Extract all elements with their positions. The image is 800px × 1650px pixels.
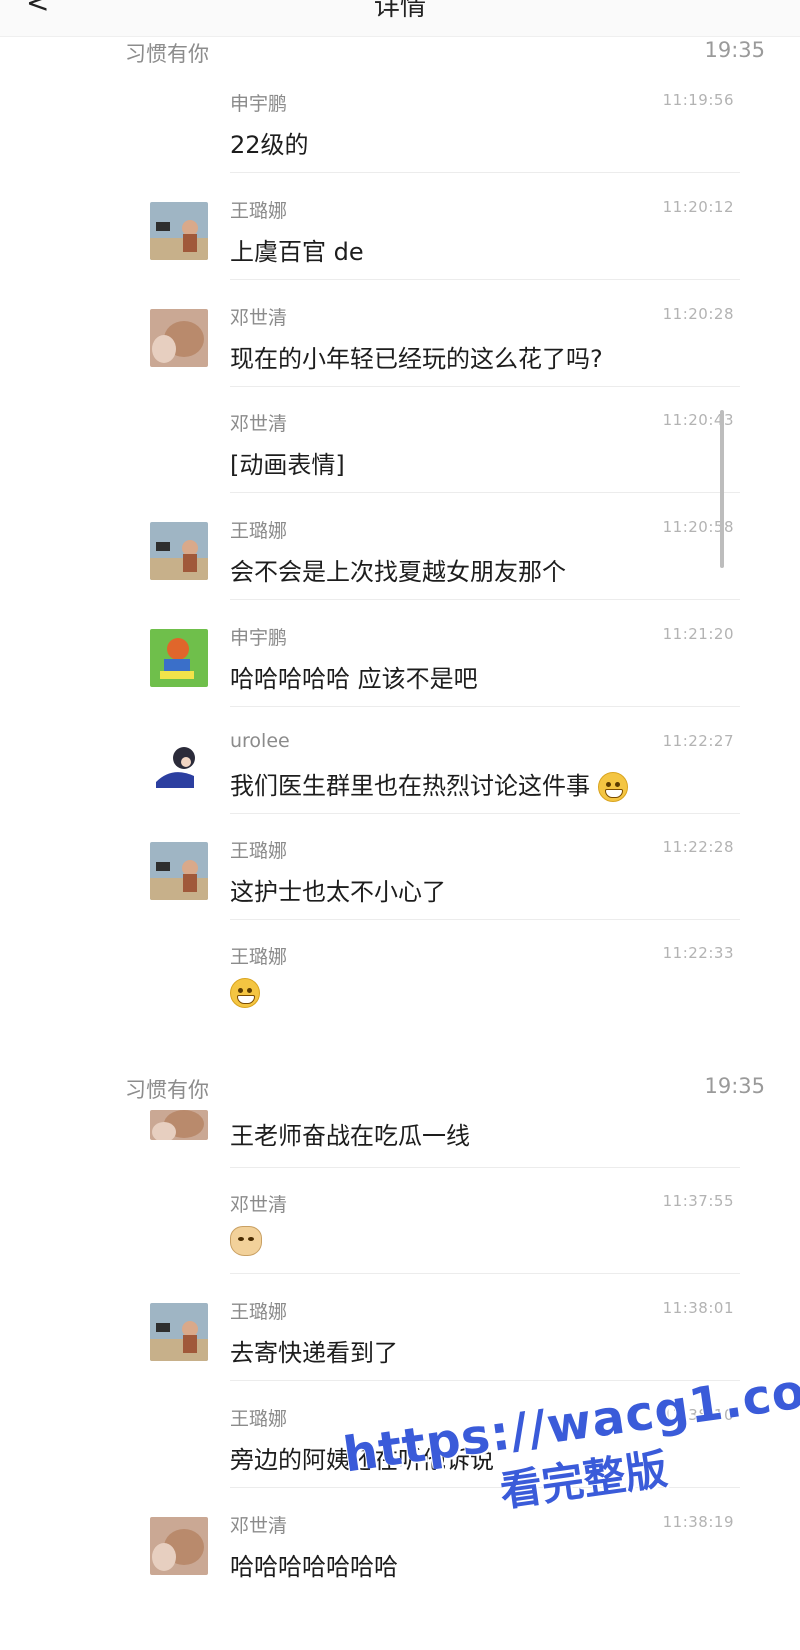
message-time: 11:22:28 bbox=[662, 838, 734, 856]
avatar-cat-icon bbox=[150, 1110, 208, 1140]
scrollbar[interactable] bbox=[720, 410, 724, 568]
chat-message[interactable]: 申宇鹏 11:19:56 22级的 bbox=[0, 85, 800, 173]
avatar[interactable] bbox=[150, 629, 208, 687]
chat-message[interactable]: 邓世清 11:37:55 bbox=[0, 1186, 800, 1274]
message-text: 22级的 bbox=[230, 131, 309, 159]
message-time: 11:20:28 bbox=[662, 305, 734, 323]
avatar[interactable] bbox=[150, 736, 208, 794]
message-emoji bbox=[230, 1226, 262, 1262]
divider bbox=[230, 919, 740, 920]
divider bbox=[230, 279, 740, 280]
chat-message[interactable]: 王璐娜 11:22:28 这护士也太不小心了 bbox=[0, 832, 800, 920]
laugh-cry-emoji-icon bbox=[597, 772, 628, 802]
avatar-image-icon bbox=[150, 202, 208, 260]
message-text: 哈哈哈哈哈哈哈 bbox=[230, 1553, 398, 1581]
message-emoji bbox=[230, 978, 260, 1008]
sender-name: 邓世清 bbox=[230, 1515, 288, 1537]
avatar[interactable] bbox=[150, 1110, 208, 1140]
avatar-image-icon bbox=[150, 522, 208, 580]
sender-name: 邓世清 bbox=[230, 413, 288, 435]
avatar-cartoon-icon bbox=[150, 629, 208, 687]
message-time: 11:38:19 bbox=[662, 1513, 734, 1531]
chat-message[interactable]: 申宇鹏 11:21:20 哈哈哈哈哈 应该不是吧 bbox=[0, 619, 800, 707]
group-name: 习惯有你 bbox=[125, 1078, 209, 1102]
message-time: 11:22:33 bbox=[662, 944, 734, 962]
forwarded-group-header: 习惯有你 19:35 bbox=[125, 38, 765, 74]
sender-name: urolee bbox=[230, 730, 290, 752]
avatar[interactable] bbox=[150, 202, 208, 260]
sender-name: 王璐娜 bbox=[230, 200, 288, 222]
chat-message[interactable]: 王璐娜 11:20:12 上虞百官 de bbox=[0, 192, 800, 280]
message-text: 我们医生群里也在热烈讨论这件事 bbox=[230, 766, 628, 802]
chat-message[interactable]: 邓世清 11:20:43 [动画表情] bbox=[0, 405, 800, 493]
divider bbox=[230, 386, 740, 387]
sender-name: 申宇鹏 bbox=[230, 93, 288, 115]
message-text: [动画表情] bbox=[230, 451, 345, 479]
group-time: 19:35 bbox=[704, 1074, 765, 1098]
message-time: 11:38:01 bbox=[662, 1299, 734, 1317]
divider bbox=[230, 599, 740, 600]
chat-message[interactable]: urolee 11:22:27 我们医生群里也在热烈讨论这件事 bbox=[0, 726, 800, 814]
divider bbox=[230, 492, 740, 493]
group-name: 习惯有你 bbox=[125, 42, 209, 66]
chat-message[interactable]: 王璐娜 11:20:58 会不会是上次找夏越女朋友那个 bbox=[0, 512, 800, 600]
chat-message[interactable]: 王璐娜 11:22:33 bbox=[0, 938, 800, 1026]
avatar-anime-icon bbox=[150, 736, 208, 794]
sender-name: 邓世清 bbox=[230, 307, 288, 329]
avatar[interactable] bbox=[150, 1303, 208, 1361]
avatar-cat-icon bbox=[150, 309, 208, 367]
divider bbox=[230, 1380, 740, 1381]
group-time: 19:35 bbox=[704, 38, 765, 62]
message-text-body: 我们医生群里也在热烈讨论这件事 bbox=[230, 772, 590, 800]
avatar-image-icon bbox=[150, 842, 208, 900]
avatar[interactable] bbox=[150, 309, 208, 367]
sender-name: 王璐娜 bbox=[230, 1408, 288, 1430]
message-text: 去寄快递看到了 bbox=[230, 1339, 398, 1367]
divider bbox=[230, 1167, 740, 1168]
sender-name: 王璐娜 bbox=[230, 946, 288, 968]
avatar[interactable] bbox=[150, 842, 208, 900]
message-time: 11:21:20 bbox=[662, 625, 734, 643]
message-text: 哈哈哈哈哈 应该不是吧 bbox=[230, 665, 478, 693]
message-time: 11:37:55 bbox=[662, 1192, 734, 1210]
sender-name: 王璐娜 bbox=[230, 840, 288, 862]
doge-emoji-icon bbox=[230, 1226, 262, 1256]
sender-name: 王璐娜 bbox=[230, 1301, 288, 1323]
sender-name: 申宇鹏 bbox=[230, 627, 288, 649]
message-text: 这护士也太不小心了 bbox=[230, 878, 446, 906]
divider bbox=[230, 1273, 740, 1274]
divider bbox=[230, 706, 740, 707]
avatar-image-icon bbox=[150, 1303, 208, 1361]
avatar-cat-icon bbox=[150, 1517, 208, 1575]
message-text: 会不会是上次找夏越女朋友那个 bbox=[230, 558, 566, 586]
page-title: 详情 bbox=[373, 0, 426, 22]
chat-message[interactable]: 王老师奋战在吃瓜一线 bbox=[0, 1102, 800, 1168]
avatar[interactable] bbox=[150, 1517, 208, 1575]
sender-name: 王璐娜 bbox=[230, 520, 288, 542]
divider bbox=[230, 172, 740, 173]
message-text: 上虞百官 de bbox=[230, 238, 364, 266]
avatar[interactable] bbox=[150, 522, 208, 580]
sender-name: 邓世清 bbox=[230, 1194, 288, 1216]
message-text: 现在的小年轻已经玩的这么花了吗? bbox=[230, 345, 603, 373]
message-time: 11:22:27 bbox=[662, 732, 734, 750]
divider bbox=[230, 813, 740, 814]
chat-message[interactable]: 邓世清 11:20:28 现在的小年轻已经玩的这么花了吗? bbox=[0, 299, 800, 387]
top-bar: < 详情 bbox=[0, 0, 800, 37]
grin-emoji-icon bbox=[230, 978, 260, 1008]
message-time: 11:20:12 bbox=[662, 198, 734, 216]
chat-message[interactable]: 王璐娜 11:38:01 去寄快递看到了 bbox=[0, 1293, 800, 1381]
message-text: 王老师奋战在吃瓜一线 bbox=[230, 1122, 470, 1150]
message-time: 11:19:56 bbox=[662, 91, 734, 109]
